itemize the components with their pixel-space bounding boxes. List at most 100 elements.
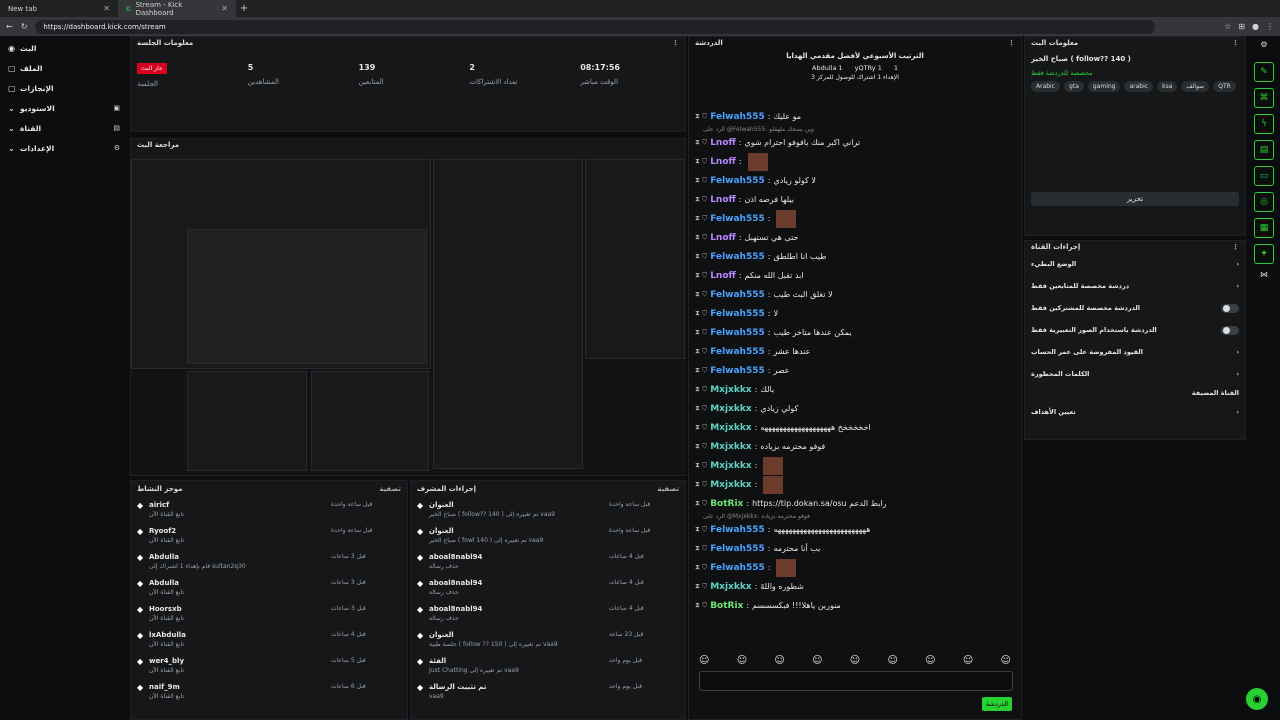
extensions-icon[interactable]: ⊞ [1238,22,1245,31]
chat-panel: الدردشة ⋮ الترتيب الأسبوعي لأفضل مقدمي ال… [688,36,1022,720]
chat-input[interactable] [699,671,1013,691]
address-bar[interactable]: https://dashboard.kick.com/stream [35,19,1156,34]
chat-text: عندها عشر [773,347,811,356]
chat-username[interactable]: Mxjxkkx [710,582,751,592]
emote-icon[interactable]: ☺ [1001,655,1011,666]
reload-icon[interactable]: ↻ [21,22,28,31]
sidebar-item-achievements[interactable]: ▢ الإنجازات [0,78,128,98]
chat-message: ⧗ ⛉ Felwah555: لا كولو زيادي [695,171,1015,190]
chat-message: ⧗ ⛉ Mxjxkkx: [695,475,1015,494]
chat-username[interactable]: Felwah555 [710,328,765,338]
channel-action-row[interactable]: الكلمات المحظورة › [1025,363,1245,385]
channel-action-row[interactable]: الدردشة باستخدام الصور التعبيرية فقط [1025,319,1245,341]
sidebar-item-settings[interactable]: ⌄ الإعدادات ⚙ [0,138,128,158]
sidebar-item-studio[interactable]: ⌄ الاستوديو ▣ [0,98,128,118]
settings-icon[interactable]: ⚙ [1254,40,1274,56]
emote-icon[interactable]: ☺ [887,655,897,666]
item-time: قبل 4 ساعات [609,579,644,586]
edit-icon: ◆ [417,527,424,536]
filter-button[interactable]: تصفية [657,485,679,493]
chat-username[interactable]: Lnoff [710,233,736,243]
wrench-icon[interactable]: ✦ [1254,244,1274,264]
list-item: ◆ aboal8nabl94 حذف رسالة قبل 4 ساعات [411,575,685,601]
send-chat-button[interactable]: الدردشة [982,697,1012,711]
chat-username[interactable]: Felwah555 [710,290,765,300]
emote-icon[interactable]: ☺ [737,655,747,666]
chat-username[interactable]: Felwah555 [710,309,765,319]
chat-username[interactable]: BotRix [710,601,743,611]
chat-username[interactable]: Felwah555 [710,176,765,186]
emote-icon[interactable]: ☺ [699,655,709,666]
chevron-down-icon: ⌄ [8,143,15,153]
back-icon[interactable]: ← [6,22,13,31]
close-icon[interactable]: ✕ [221,4,228,13]
sidebar-item-broadcast[interactable]: ◉ البث [0,38,128,58]
emote-icon[interactable]: ☺ [850,655,860,666]
chat-icon[interactable]: ▭ [1254,166,1274,186]
channel-action-row[interactable]: دردشة مخصصة للمتابعين فقط › [1025,275,1245,297]
chat-username[interactable]: Felwah555 [710,525,765,535]
stream-preview-image[interactable] [131,159,687,475]
more-icon[interactable]: ⋮ [1232,39,1239,47]
chat-username[interactable]: Mxjxkkx [710,404,751,414]
emote-image [747,152,768,171]
sidebar: ◉ البث ▢ الملف ▢ الإنجازات ⌄ الاستوديو ▣ ⌄ الق… [0,36,128,720]
broadcast-icon[interactable]: ◎ [1254,192,1274,212]
preview-thumb [585,159,685,359]
more-icon[interactable]: ⋮ [672,39,679,47]
clipboard-icon[interactable]: ▤ [1254,140,1274,160]
chat-username[interactable]: Felwah555 [710,347,765,357]
chat-username[interactable]: Felwah555 [710,252,765,262]
chat-username[interactable]: Mxjxkkx [710,442,751,452]
separator: : [754,442,758,451]
chat-username[interactable]: Felwah555 [710,112,765,122]
sidebar-item-channel[interactable]: ⌄ القناة ▤ [0,118,128,138]
chat-username[interactable]: Mxjxkkx [710,385,751,395]
chat-username[interactable]: Lnoff [710,157,736,167]
chat-username[interactable]: Lnoff [710,138,736,148]
toggle-switch[interactable] [1221,325,1239,335]
star-icon[interactable]: ☆ [1224,22,1231,31]
chat-username[interactable]: Mxjxkkx [710,423,751,433]
emote-icon[interactable]: ☺ [774,655,784,666]
tag: Arabic [1031,81,1061,92]
share-icon[interactable]: ⋈ [1254,270,1274,286]
chat-username[interactable]: Mxjxkkx [710,480,751,490]
edit-button[interactable]: تحرير [1031,192,1239,206]
more-icon[interactable]: ⋮ [1008,39,1015,47]
chat-username[interactable]: Felwah555 [710,366,765,376]
chat-username[interactable]: Mxjxkkx [710,461,751,471]
set-goals-row[interactable]: تعيين الأهداف › [1025,401,1245,423]
filter-button[interactable]: تصفية [379,485,401,493]
item-name: airicf [149,501,170,509]
toggle-switch[interactable] [1221,303,1239,313]
pencil-icon[interactable]: ✎ [1254,62,1274,82]
chat-username[interactable]: BotRix [710,499,743,509]
chat-username[interactable]: Felwah555 [710,214,765,224]
tab-kick-dashboard[interactable]: K Stream - Kick Dashboard ✕ [118,0,236,17]
chat-bubble-icon[interactable]: ◉ [1246,688,1268,710]
channel-action-row[interactable]: القيود المفروضة على عمر الحساب › [1025,341,1245,363]
tab-new[interactable]: New tab ✕ [0,0,118,17]
badge-icon: ⧗ ⛉ [695,328,708,336]
sidebar-item-file[interactable]: ▢ الملف [0,58,128,78]
new-tab-button[interactable]: + [236,3,252,14]
channel-action-row[interactable]: الوضع البطيء › [1025,253,1245,275]
tool-icon[interactable]: ⌘ [1254,88,1274,108]
layout-icon[interactable]: ▦ [1254,218,1274,238]
chat-username[interactable]: Felwah555 [710,544,765,554]
chevron-right-icon: › [1236,348,1239,356]
channel-action-row[interactable]: الدردشة مخصصة للمشتركين فقط [1025,297,1245,319]
chat-username[interactable]: Lnoff [710,195,736,205]
bolt-icon[interactable]: ϟ [1254,114,1274,134]
close-icon[interactable]: ✕ [103,4,110,13]
chat-username[interactable]: Lnoff [710,271,736,281]
emote-icon[interactable]: ☺ [925,655,935,666]
menu-icon[interactable]: ⋮ [1266,22,1274,31]
chat-username[interactable]: Felwah555 [710,563,765,573]
session-info-panel: معلومات الجلسة ⋮ جار البث الجلسة 5 المشاهدي… [130,36,686,132]
emote-icon[interactable]: ☺ [963,655,973,666]
profile-icon[interactable]: ● [1252,22,1259,31]
emote-icon[interactable]: ☺ [812,655,822,666]
more-icon[interactable]: ⋮ [1232,243,1239,251]
